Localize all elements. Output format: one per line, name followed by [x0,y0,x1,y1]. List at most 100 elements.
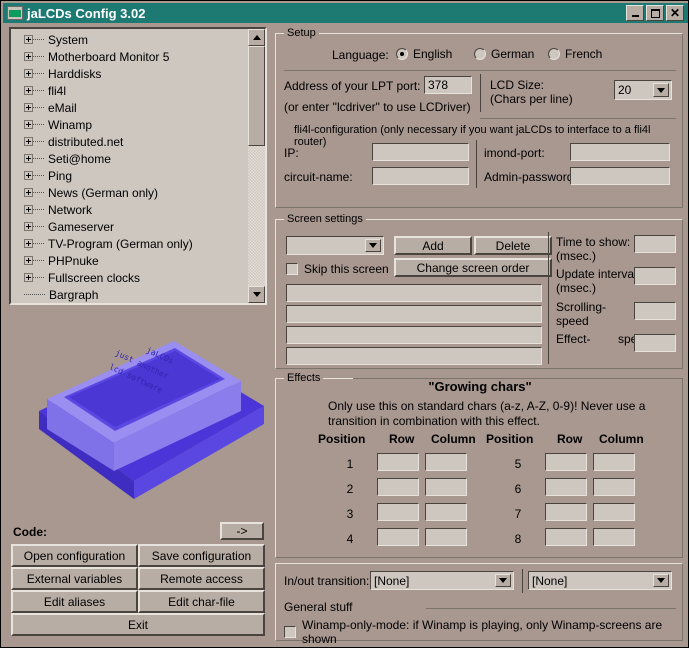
effect-column-input[interactable] [593,503,635,521]
maximize-button[interactable] [646,5,664,21]
expand-icon[interactable] [24,222,33,231]
screen-line-4[interactable] [286,347,542,365]
scroll-up-button[interactable] [248,29,265,46]
radio-dot[interactable] [474,48,486,60]
expand-icon[interactable] [24,35,33,44]
exit-button[interactable]: Exit [11,613,265,636]
effect-row-input[interactable] [377,528,419,546]
minimize-button[interactable] [626,5,644,21]
scroll-down-button[interactable] [248,286,265,303]
expand-icon[interactable] [24,273,33,282]
tree-item[interactable]: Network [11,201,248,218]
tree-item[interactable]: fli4l [11,82,248,99]
circuit-name-input[interactable] [372,167,469,185]
screen-select-dropdown[interactable] [286,236,384,255]
effect-column-input[interactable] [425,528,467,546]
expand-icon[interactable] [24,154,33,163]
radio-dot[interactable] [548,48,560,60]
tree-item[interactable]: TV-Program (German only) [11,235,248,252]
remote-access-button[interactable]: Remote access [138,567,265,590]
tree-item[interactable]: Bargraph [11,286,248,303]
screen-tree-panel[interactable]: System Motherboard Monitor 5 Harddisks f… [9,27,267,305]
ip-input[interactable] [372,143,469,161]
tree-item[interactable]: System [11,31,248,48]
expand-icon[interactable] [24,103,33,112]
edit-char-file-button[interactable]: Edit char-file [138,590,265,613]
tree-item[interactable]: Gameserver [11,218,248,235]
change-screen-order-button[interactable]: Change screen order [394,258,552,277]
radio-french[interactable]: French [548,47,602,61]
divider [480,74,481,112]
expand-icon[interactable] [24,256,33,265]
effect-column-input[interactable] [425,453,467,471]
effect-column-input[interactable] [425,503,467,521]
screen-line-2[interactable] [286,305,542,323]
close-button[interactable]: ✕ [666,5,684,21]
expand-icon[interactable] [24,239,33,248]
delete-button[interactable]: Delete [474,236,552,255]
tree-item[interactable]: Seti@home [11,150,248,167]
tree-item[interactable]: News (German only) [11,184,248,201]
expand-icon[interactable] [24,120,33,129]
tree-item[interactable]: Winamp [11,116,248,133]
tree-item[interactable]: Fullscreen clocks [11,269,248,286]
expand-icon[interactable] [24,171,33,180]
tree-scrollbar[interactable] [248,29,265,303]
effect-column-input[interactable] [425,478,467,496]
tree-item[interactable]: Motherboard Monitor 5 [11,48,248,65]
radio-german[interactable]: German [474,47,534,61]
time-to-show-input[interactable] [634,235,676,253]
effect-row-input[interactable] [545,528,587,546]
scrolling-speed-input[interactable] [634,302,676,320]
lpt-address-input[interactable]: 378 [424,76,472,94]
effect-column-input[interactable] [593,478,635,496]
expand-icon[interactable] [24,188,33,197]
chevron-down-icon[interactable] [365,239,381,252]
effect-column-input[interactable] [593,528,635,546]
effect-column-input[interactable] [593,453,635,471]
expand-icon[interactable] [24,137,33,146]
chevron-down-icon[interactable] [495,574,511,587]
chevron-down-icon[interactable] [653,83,669,97]
scrollbar-thumb[interactable] [248,46,265,146]
tree-item[interactable]: eMail [11,99,248,116]
effect-row-input[interactable] [545,478,587,496]
tree-item[interactable]: distributed.net [11,133,248,150]
checkbox-box[interactable] [284,626,296,638]
chevron-down-icon[interactable] [653,574,669,587]
radio-english[interactable]: English [396,47,452,61]
screen-line-3[interactable] [286,326,542,344]
transition-out-dropdown[interactable]: [None] [528,571,672,590]
lcd-size-dropdown[interactable]: 20 [614,80,672,100]
expand-icon[interactable] [24,69,33,78]
add-button[interactable]: Add [394,236,472,255]
admin-password-input[interactable] [570,167,670,185]
tree-item[interactable]: Advanced Bargraph [11,303,248,305]
effect-row-input[interactable] [377,503,419,521]
tree-item[interactable]: Harddisks [11,65,248,82]
radio-dot[interactable] [396,48,408,60]
effect-row-input[interactable] [545,453,587,471]
effect-speed-input[interactable] [634,334,676,352]
effect-row-input[interactable] [377,453,419,471]
effect-row-input[interactable] [377,478,419,496]
transition-in-dropdown[interactable]: [None] [370,571,514,590]
skip-screen-checkbox[interactable]: Skip this screen [286,262,389,276]
effect-row-input[interactable] [545,503,587,521]
tree-item[interactable]: PHPnuke [11,252,248,269]
save-configuration-button[interactable]: Save configuration [138,544,265,567]
expand-icon[interactable] [24,86,33,95]
imond-port-input[interactable] [570,143,670,161]
winamp-only-mode-checkbox[interactable]: Winamp-only-mode: if Winamp is playing, … [284,618,682,646]
expand-icon[interactable] [24,205,33,214]
checkbox-box[interactable] [286,263,298,275]
update-interval-input[interactable] [634,267,676,285]
tree-item[interactable]: Ping [11,167,248,184]
code-arrow-button[interactable]: -> [220,522,264,540]
scrollbar-track[interactable] [248,146,265,286]
open-configuration-button[interactable]: Open configuration [11,544,138,567]
screen-line-1[interactable] [286,284,542,302]
edit-aliases-button[interactable]: Edit aliases [11,590,138,613]
external-variables-button[interactable]: External variables [11,567,138,590]
expand-icon[interactable] [24,52,33,61]
